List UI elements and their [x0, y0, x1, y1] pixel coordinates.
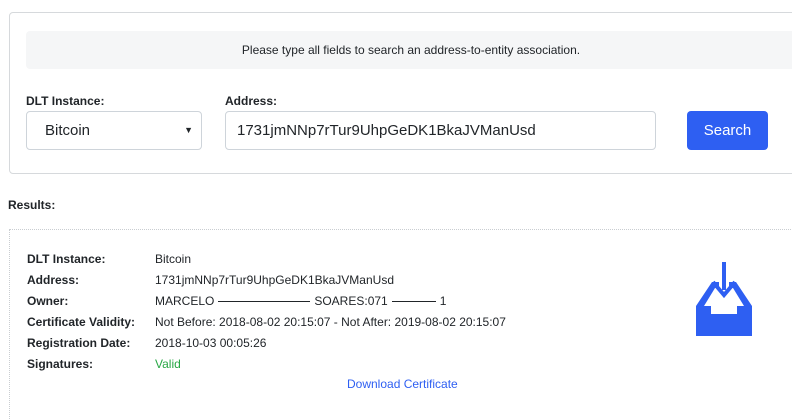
- signatures-key: Signatures:: [27, 357, 94, 371]
- address-val: 1731jmNNp7rTur9UhpGeDK1BkaJVManUsd: [155, 273, 394, 287]
- address-input-value: 1731jmNNp7rTur9UhpGeDK1BkaJVManUsd: [237, 122, 536, 139]
- caret-down-icon: ▼: [184, 125, 193, 135]
- download-certificate-link[interactable]: Download Certificate: [347, 377, 458, 391]
- owner-redaction-line: [218, 300, 311, 302]
- address-input[interactable]: 1731jmNNp7rTur9UhpGeDK1BkaJVManUsd: [225, 111, 656, 150]
- signatures-val: Valid: [155, 357, 181, 371]
- result-card: DLT Instance: Bitcoin Address: 1731jmNNp…: [9, 229, 792, 419]
- search-panel: Please type all fields to search an addr…: [9, 12, 792, 174]
- registration-key: Registration Date:: [27, 336, 131, 350]
- search-hint: Please type all fields to search an addr…: [26, 31, 792, 69]
- search-hint-text: Please type all fields to search an addr…: [241, 43, 581, 57]
- address-key: Address:: [27, 273, 80, 287]
- validity-val: Not Before: 2018-08-02 20:15:07 - Not Af…: [155, 315, 506, 329]
- owner-redaction-line: [391, 300, 436, 302]
- address-label: Address:: [225, 94, 278, 108]
- search-button[interactable]: Search: [687, 111, 768, 150]
- validity-key: Certificate Validity:: [27, 315, 136, 329]
- dlt-instance-value: Bitcoin: [45, 122, 91, 139]
- owner-part-3: 1: [439, 294, 447, 308]
- dlt-instance-label: DLT Instance:: [26, 94, 105, 108]
- search-button-label: Search: [703, 122, 752, 139]
- owner-part-2: SOARES:071: [314, 294, 388, 308]
- owner-key: Owner:: [27, 294, 69, 308]
- dlt-instance-key: DLT Instance:: [27, 252, 106, 266]
- registration-val: 2018-10-03 00:05:26: [155, 336, 267, 350]
- results-heading: Results:: [8, 198, 56, 212]
- dlt-instance-val: Bitcoin: [155, 252, 192, 266]
- owner-val: MARCELO SOARES:071 1: [155, 293, 446, 309]
- owner-part-1: MARCELO: [155, 294, 215, 308]
- inbox-download-icon: [696, 262, 752, 336]
- dlt-instance-select[interactable]: Bitcoin ▼: [26, 111, 202, 150]
